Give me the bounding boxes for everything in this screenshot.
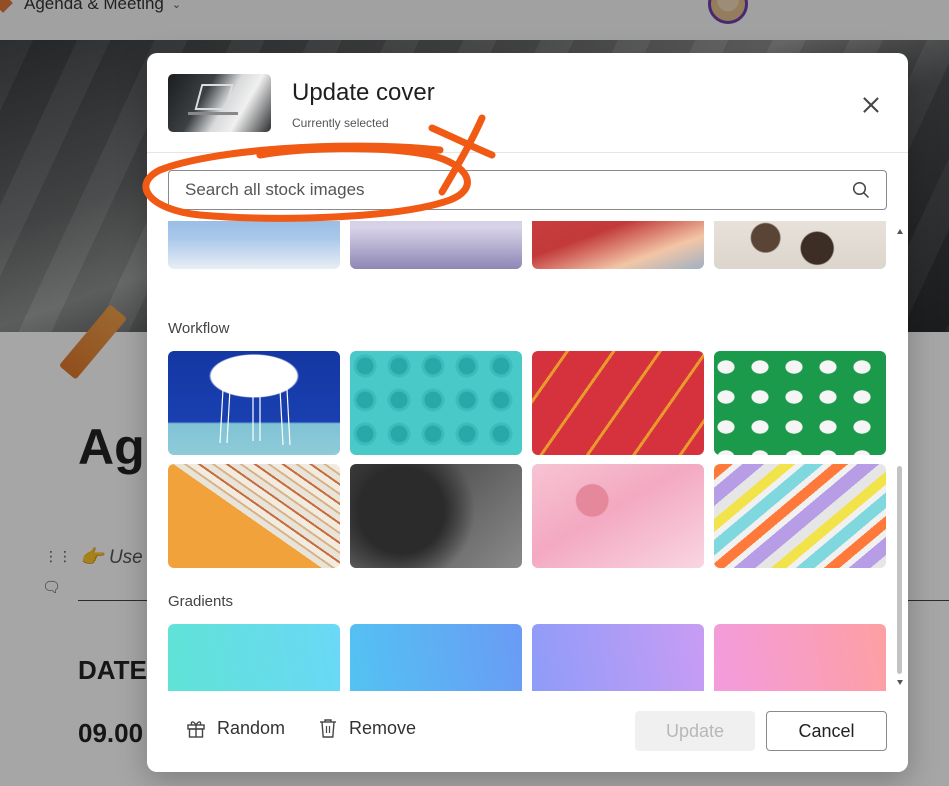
- stock-image-pencils-red[interactable]: [532, 351, 704, 455]
- stock-image-cloud-ladders[interactable]: [168, 351, 340, 455]
- ladders-graphic: [219, 388, 291, 446]
- scrollbar-thumb[interactable]: [897, 466, 902, 674]
- search-icon[interactable]: [852, 181, 870, 199]
- search-field[interactable]: [168, 170, 887, 210]
- random-label: Random: [217, 717, 286, 738]
- dialog-title: Update cover: [292, 79, 435, 106]
- gradient-tile-pink[interactable]: [714, 624, 886, 691]
- image-gallery[interactable]: Workflow Gradients: [147, 221, 908, 691]
- gradient-tile-aqua[interactable]: [168, 624, 340, 691]
- cancel-button[interactable]: Cancel: [766, 711, 887, 751]
- trash-icon: [320, 719, 336, 738]
- gradient-tile-blue[interactable]: [350, 624, 522, 691]
- gallery-scrollbar[interactable]: [895, 223, 905, 689]
- stock-image-red[interactable]: [532, 221, 704, 269]
- search-input[interactable]: [170, 172, 840, 208]
- close-icon[interactable]: [859, 93, 883, 117]
- stock-image-teal-pattern[interactable]: [350, 351, 522, 455]
- random-button[interactable]: Random: [185, 708, 285, 748]
- remove-label: Remove: [349, 717, 417, 738]
- section-label-workflow: Workflow: [168, 320, 230, 337]
- stock-image-tools-orange[interactable]: [168, 464, 340, 568]
- dialog-subtitle: Currently selected: [292, 116, 389, 130]
- stock-image-pink-tape[interactable]: [532, 464, 704, 568]
- update-cover-dialog: Update cover Currently selected Workflow: [147, 53, 908, 772]
- stock-image-sky[interactable]: [168, 221, 340, 269]
- stock-image-sticky-notes[interactable]: [714, 464, 886, 568]
- scroll-down-arrow-icon[interactable]: [897, 680, 903, 685]
- stock-image-lavender[interactable]: [350, 221, 522, 269]
- scroll-up-arrow-icon[interactable]: [897, 229, 903, 234]
- stock-image-piggy-banks[interactable]: [714, 351, 886, 455]
- section-label-gradients: Gradients: [168, 593, 234, 610]
- update-button[interactable]: Update: [635, 711, 755, 751]
- gift-icon: [187, 721, 205, 738]
- stock-image-puzzle[interactable]: [350, 464, 522, 568]
- gradient-tile-violet[interactable]: [532, 624, 704, 691]
- dialog-header: Update cover Currently selected: [147, 53, 908, 153]
- current-cover-thumbnail: [168, 74, 271, 132]
- remove-button[interactable]: Remove: [317, 708, 416, 748]
- stock-image-snow-trees[interactable]: [714, 221, 886, 269]
